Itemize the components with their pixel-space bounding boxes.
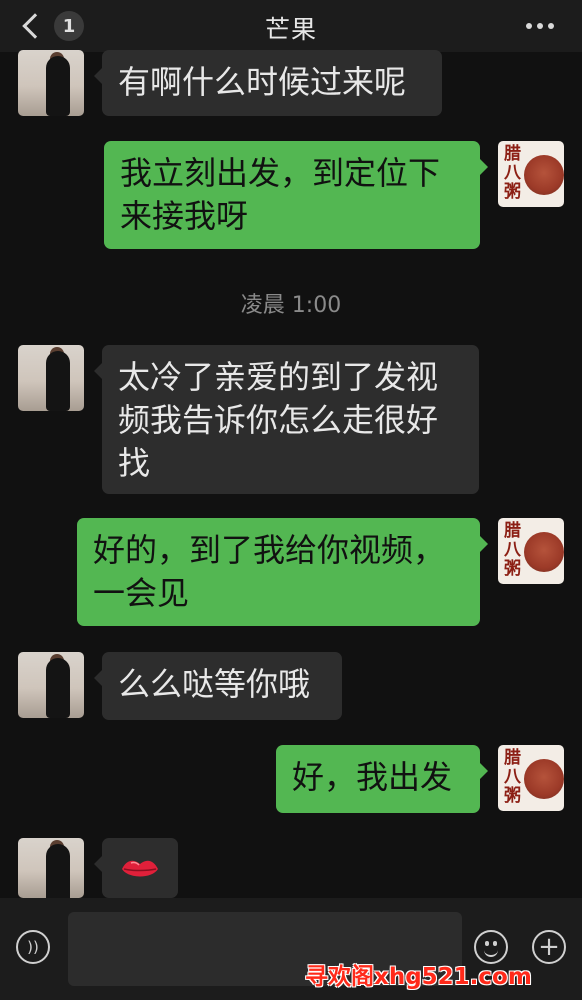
message-bubble-incoming[interactable]: 么么哒等你哦 [94, 652, 342, 720]
contact-avatar[interactable] [18, 652, 84, 718]
my-avatar[interactable]: 腊八粥 [498, 518, 564, 584]
message-bubble-outgoing[interactable]: 好，我出发 [276, 745, 488, 813]
timestamp: 凌晨 1:00 [240, 293, 342, 318]
lips-emoji-icon [122, 860, 158, 877]
my-avatar[interactable]: 腊八粥 [498, 745, 564, 811]
message-bubble-outgoing[interactable]: 我立刻出发，到定位下来接我呀 [104, 141, 488, 249]
contact-avatar[interactable] [18, 50, 84, 116]
message-bubble-incoming[interactable]: 有啊什么时候过来呢 [94, 50, 442, 116]
more-dots-icon[interactable] [526, 23, 554, 29]
voice-icon[interactable]: )) [16, 930, 50, 964]
message-bubble-outgoing[interactable]: 好的，到了我给你视频，一会见 [77, 518, 488, 626]
plus-icon[interactable]: + [532, 930, 566, 964]
chat-title: 芒果 [264, 15, 317, 44]
contact-avatar[interactable] [18, 838, 84, 898]
my-avatar[interactable]: 腊八粥 [498, 141, 564, 207]
chat-header: 1 芒果 [0, 0, 582, 52]
watermark: 寻欢阁xhg521.com [305, 964, 532, 990]
message-bubble-incoming[interactable]: 太冷了亲爱的到了发视频我告诉你怎么走很好找 [94, 345, 479, 494]
contact-avatar[interactable] [18, 345, 84, 411]
